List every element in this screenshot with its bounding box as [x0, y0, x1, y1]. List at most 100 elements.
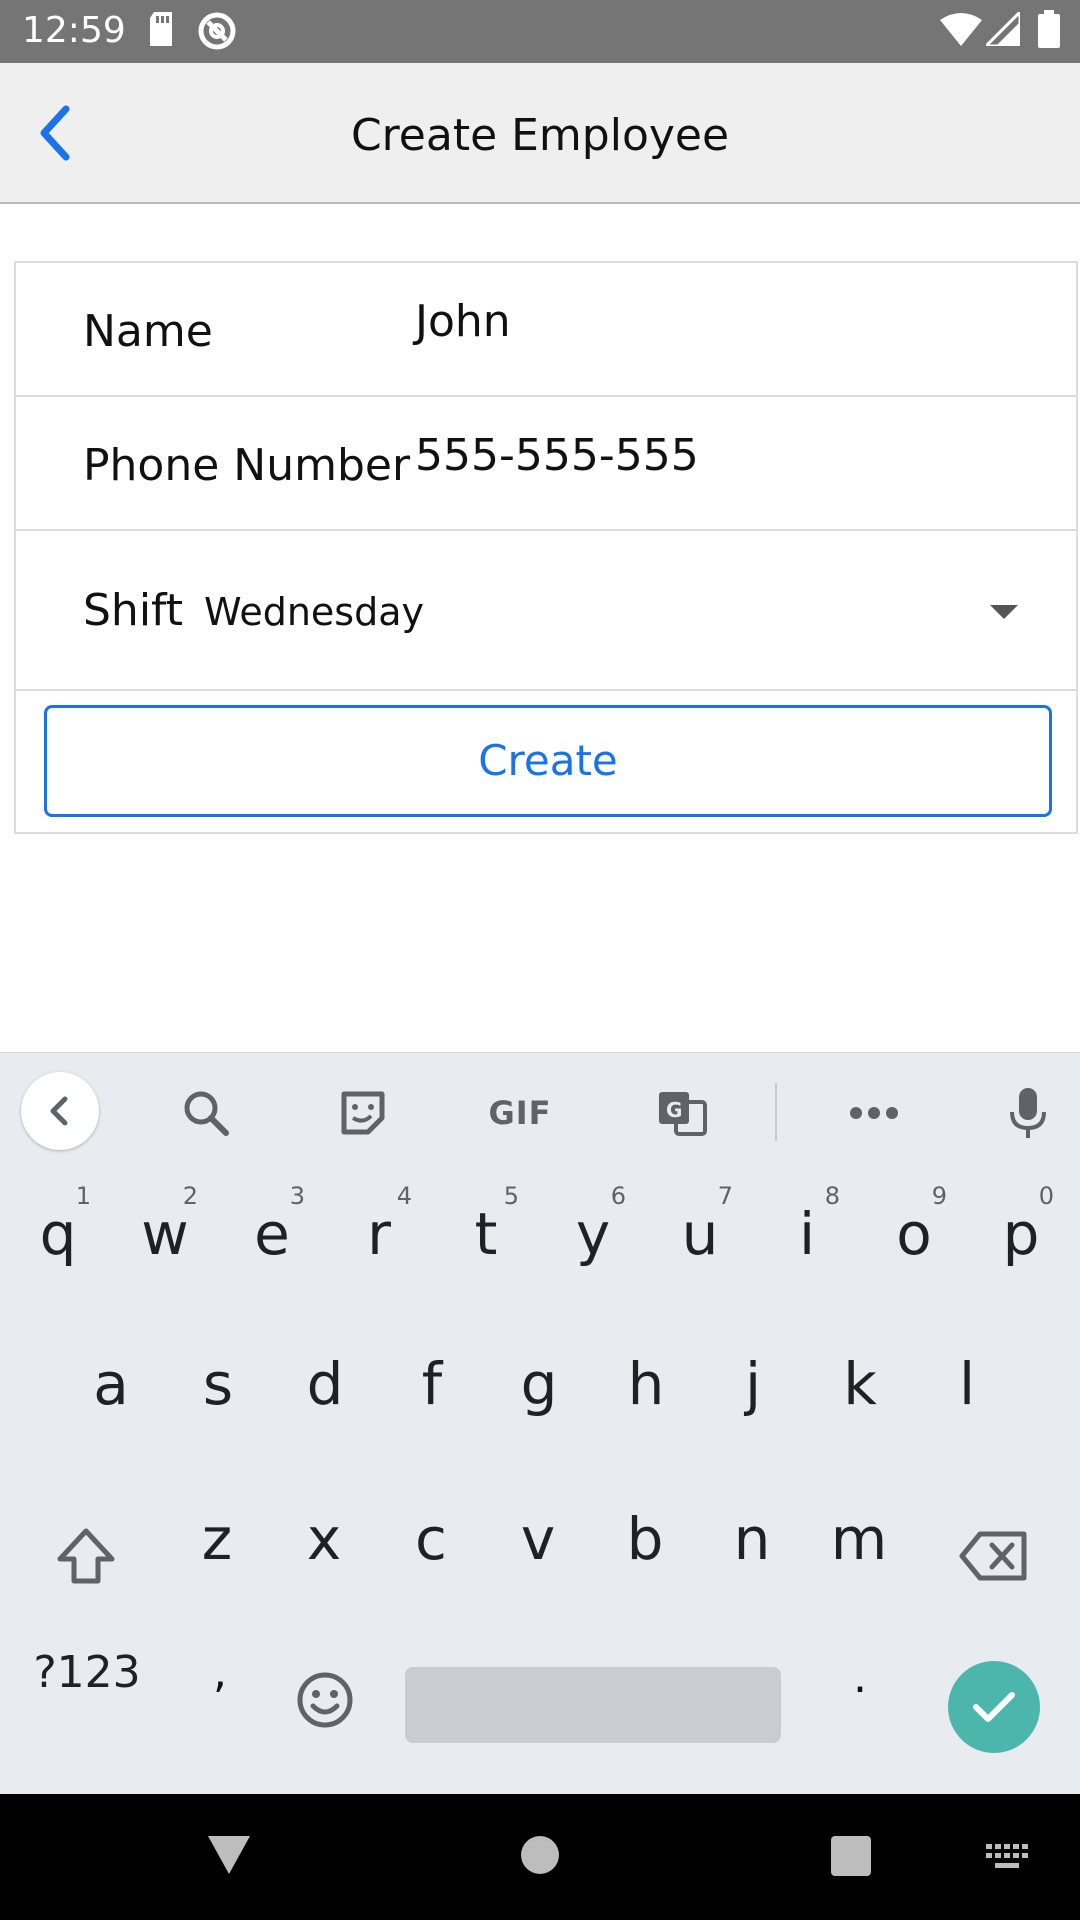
key-e[interactable]: e3	[219, 1180, 325, 1308]
key-v[interactable]: v	[485, 1485, 591, 1613]
more-icon[interactable]	[844, 1083, 904, 1143]
key-b[interactable]: b	[592, 1485, 698, 1613]
key-label: h	[627, 1350, 665, 1418]
mic-icon[interactable]	[998, 1083, 1058, 1143]
key-hint: 6	[610, 1182, 626, 1210]
backspace-key[interactable]	[958, 1528, 1030, 1584]
key-hint: 8	[824, 1182, 840, 1210]
checkmark-icon	[973, 1692, 1015, 1722]
comma-key[interactable]: ,	[180, 1628, 260, 1718]
svg-text:G: G	[666, 1098, 682, 1122]
status-time: 12:59	[22, 10, 126, 51]
chevron-left-icon	[50, 1096, 68, 1126]
key-label: a	[93, 1350, 129, 1418]
toolbar-collapse-button[interactable]	[21, 1072, 99, 1150]
name-label: Name	[83, 306, 213, 357]
key-hint: 3	[289, 1182, 305, 1210]
key-h[interactable]: h	[593, 1330, 699, 1458]
key-label: j	[744, 1350, 762, 1418]
key-label: f	[421, 1350, 443, 1418]
page-title: Create Employee	[350, 110, 730, 161]
emoji-icon	[297, 1672, 353, 1728]
key-i[interactable]: i8	[754, 1180, 860, 1308]
name-field[interactable]: John	[415, 294, 511, 350]
key-r[interactable]: r4	[326, 1180, 432, 1308]
key-label: z	[201, 1505, 233, 1573]
translate-icon[interactable]: G	[652, 1083, 712, 1143]
key-z[interactable]: z	[164, 1485, 270, 1613]
key-label: i	[798, 1200, 816, 1268]
key-o[interactable]: o9	[861, 1180, 967, 1308]
phone-field[interactable]: 555-555-555	[415, 428, 699, 484]
create-button[interactable]: Create	[44, 705, 1052, 817]
period-key[interactable]: .	[820, 1628, 900, 1718]
key-hint: 4	[396, 1182, 412, 1210]
key-s[interactable]: s	[165, 1330, 271, 1458]
key-label: k	[843, 1350, 877, 1418]
enter-key[interactable]	[948, 1661, 1040, 1753]
keyboard-switch-icon[interactable]	[986, 1844, 1030, 1876]
key-m[interactable]: m	[806, 1485, 912, 1613]
key-label: d	[306, 1350, 344, 1418]
key-w[interactable]: w2	[112, 1180, 218, 1308]
key-label: x	[306, 1505, 342, 1573]
search-icon[interactable]	[176, 1083, 236, 1143]
sticker-icon[interactable]	[333, 1083, 393, 1143]
key-hint: 7	[717, 1182, 733, 1210]
key-hint: 2	[182, 1182, 198, 1210]
key-hint: 1	[75, 1182, 91, 1210]
shift-icon	[57, 1528, 115, 1584]
phone-label: Phone Number	[83, 440, 411, 491]
key-f[interactable]: f	[379, 1330, 485, 1458]
key-p[interactable]: p0	[968, 1180, 1074, 1308]
key-label: u	[681, 1200, 719, 1268]
sd-card-icon	[146, 10, 176, 52]
dropdown-caret-icon[interactable]	[990, 605, 1018, 619]
key-j[interactable]: j	[700, 1330, 806, 1458]
key-label: t	[474, 1200, 498, 1268]
shift-row[interactable]: Shift Wednesday	[16, 531, 1076, 691]
key-label: w	[141, 1200, 189, 1268]
toolbar-separator	[775, 1083, 777, 1141]
shift-label: Shift	[83, 585, 184, 636]
key-label: n	[733, 1505, 771, 1573]
wifi-icon	[940, 12, 982, 50]
key-u[interactable]: u7	[647, 1180, 753, 1308]
shift-key[interactable]	[54, 1525, 118, 1589]
key-n[interactable]: n	[699, 1485, 805, 1613]
backspace-icon	[959, 1531, 1027, 1581]
key-q[interactable]: q1	[5, 1180, 111, 1308]
navigation-bar	[0, 1794, 1080, 1920]
key-y[interactable]: y6	[540, 1180, 646, 1308]
key-t[interactable]: t5	[433, 1180, 539, 1308]
recents-square-icon[interactable]	[831, 1836, 871, 1880]
symbols-key[interactable]: ?123	[22, 1628, 152, 1718]
no-disturb-icon	[196, 10, 238, 56]
key-hint: 0	[1038, 1182, 1054, 1210]
key-label: g	[520, 1350, 558, 1418]
key-c[interactable]: c	[378, 1485, 484, 1613]
gif-label: GIF	[488, 1094, 552, 1132]
key-label: c	[415, 1505, 447, 1573]
back-triangle-icon[interactable]	[206, 1834, 252, 1880]
home-circle-icon[interactable]	[520, 1835, 560, 1879]
shift-select[interactable]: Wednesday	[204, 587, 424, 637]
employee-form: Name John Phone Number 555-555-555 Shift…	[14, 261, 1078, 834]
key-label: b	[626, 1505, 664, 1573]
key-label: p	[1002, 1200, 1040, 1268]
key-g[interactable]: g	[486, 1330, 592, 1458]
emoji-key[interactable]	[293, 1668, 357, 1732]
key-x[interactable]: x	[271, 1485, 377, 1613]
key-hint: 5	[503, 1182, 519, 1210]
key-l[interactable]: l	[914, 1330, 1020, 1458]
key-label: o	[896, 1200, 932, 1268]
keyboard-toolbar: GIF G	[0, 1052, 1080, 1169]
key-label: r	[367, 1200, 391, 1268]
gif-icon[interactable]: GIF	[480, 1083, 560, 1143]
battery-icon	[1038, 10, 1060, 52]
cell-signal-icon	[982, 8, 1022, 50]
key-a[interactable]: a	[58, 1330, 164, 1458]
key-k[interactable]: k	[807, 1330, 913, 1458]
key-d[interactable]: d	[272, 1330, 378, 1458]
space-key[interactable]	[405, 1667, 781, 1743]
